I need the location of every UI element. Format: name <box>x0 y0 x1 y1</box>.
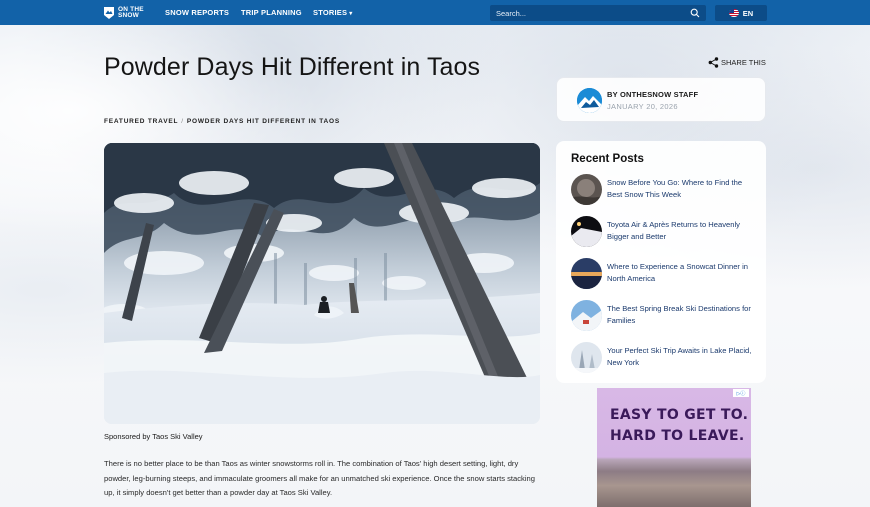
search-icon[interactable] <box>690 8 700 18</box>
image-caption: Sponsored by Taos Ski Valley <box>104 432 203 441</box>
nav-snow-reports[interactable]: SNOW REPORTS <box>165 8 229 17</box>
search-input[interactable] <box>496 8 676 18</box>
breadcrumb-separator: / <box>181 118 184 125</box>
top-nav: ON THE SNOW SNOW REPORTS TRIP PLANNING S… <box>0 0 870 25</box>
post-title[interactable]: Snow Before You Go: Where to Find the Be… <box>607 177 757 201</box>
article-paragraph: There is no better place to be than Taos… <box>104 459 535 498</box>
ad-headline-line2: HARD TO LEAVE. <box>610 428 745 444</box>
event-night-thumbnail-image <box>571 216 602 247</box>
breadcrumb-featured-travel[interactable]: FEATURED TRAVEL <box>104 118 178 125</box>
recent-posts-title: Recent Posts <box>571 153 644 165</box>
advertisement-banner[interactable]: ▷ⓘ EASY TO GET TO. HARD TO LEAVE. <box>597 388 751 507</box>
nav-stories[interactable]: STORIES ▾ <box>313 8 352 17</box>
post-title[interactable]: Toyota Air & Après Returns to Heavenly B… <box>607 219 757 243</box>
author-avatar[interactable] <box>577 88 602 113</box>
recent-post-item[interactable]: Snow Before You Go: Where to Find the Be… <box>571 174 761 206</box>
recent-posts-panel: Recent Posts Snow Before You Go: Where t… <box>556 141 766 383</box>
post-thumbnail[interactable] <box>571 174 602 205</box>
publish-date: JANUARY 20, 2026 <box>607 102 678 111</box>
author-card: BY ONTHESNOW STAFF JANUARY 20, 2026 <box>556 77 766 122</box>
author-name[interactable]: BY ONTHESNOW STAFF <box>607 90 698 99</box>
snowcat-dusk-thumbnail-image <box>571 258 602 289</box>
ad-choices-icon[interactable]: ▷ⓘ <box>733 389 749 397</box>
snowy-forest-skier-image <box>104 143 540 424</box>
share-icon <box>708 57 719 68</box>
breadcrumb-current: POWDER DAYS HIT DIFFERENT IN TAOS <box>186 118 340 125</box>
article-title: Powder Days Hit Different in Taos <box>104 53 481 81</box>
search-bar <box>490 5 706 21</box>
breadcrumb: FEATURED TRAVEL / POWDER DAYS HIT DIFFEREN… <box>104 118 340 125</box>
language-selector[interactable]: EN <box>715 5 767 21</box>
recent-post-item[interactable]: The Best Spring Break Ski Destinations f… <box>571 300 761 332</box>
recent-post-item[interactable]: Where to Experience a Snowcat Dinner in … <box>571 258 761 290</box>
recent-post-item[interactable]: Toyota Air & Après Returns to Heavenly B… <box>571 216 761 248</box>
snow-forecast-thumbnail-image <box>571 174 602 205</box>
post-thumbnail[interactable] <box>571 216 602 247</box>
share-button[interactable]: SHARE THIS <box>708 57 766 68</box>
spring-break-thumbnail-image <box>571 300 602 331</box>
logo-text-line2: SNOW <box>118 12 140 19</box>
logo-text: ON THE SNOW <box>118 6 150 20</box>
share-label: SHARE THIS <box>721 58 766 67</box>
ad-headline-line1: EASY TO GET TO. <box>610 407 749 423</box>
post-title[interactable]: Your Perfect Ski Trip Awaits in Lake Pla… <box>607 345 757 369</box>
site-logo[interactable]: ON THE SNOW <box>103 5 150 21</box>
post-title[interactable]: Where to Experience a Snowcat Dinner in … <box>607 261 757 285</box>
lake-placid-thumbnail-image <box>571 342 602 373</box>
post-thumbnail[interactable] <box>571 300 602 331</box>
chevron-down-icon: ▾ <box>349 11 353 17</box>
post-thumbnail[interactable] <box>571 258 602 289</box>
avatar-mountain-icon <box>577 88 602 113</box>
us-flag-icon <box>728 9 739 17</box>
language-label: EN <box>742 8 754 18</box>
hero-image <box>104 143 540 424</box>
logo-mountain-icon <box>104 7 114 19</box>
nav-trip-planning[interactable]: TRIP PLANNING <box>241 8 302 17</box>
post-thumbnail[interactable] <box>571 342 602 373</box>
post-title[interactable]: The Best Spring Break Ski Destinations f… <box>607 303 757 327</box>
recent-post-item[interactable]: Your Perfect Ski Trip Awaits in Lake Pla… <box>571 342 761 374</box>
ad-headline: EASY TO GET TO. HARD TO LEAVE. <box>610 405 748 447</box>
nav-stories-label: STORIES <box>313 8 348 17</box>
